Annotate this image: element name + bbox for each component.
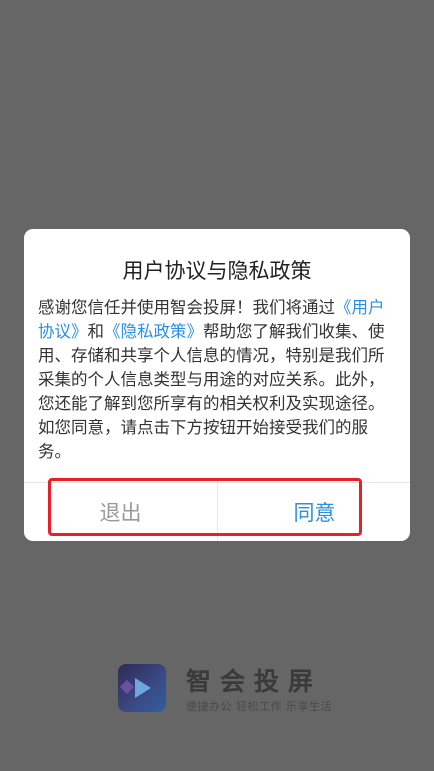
privacy-dialog: 用户协议与隐私政策 感谢您信任并使用智会投屏！我们将通过《用户协议》和《隐私政策… [24,229,410,541]
body-text-rest: 帮助您了解我们收集、使用、存储和共享个人信息的情况，特别是我们所采集的个人信息类… [38,322,385,461]
exit-button[interactable]: 退出 [24,483,217,541]
logo-diamond-shape [119,679,135,695]
splash-brand: 智会投屏 便捷办公 轻松工作 乐享生活 [118,662,338,718]
dialog-body: 感谢您信任并使用智会投屏！我们将通过《用户协议》和《隐私政策》帮助您了解我们收集… [38,296,398,464]
play-icon [135,678,151,698]
app-name: 智会投屏 [186,667,323,696]
dialog-footer: 退出 同意 [24,482,410,541]
agree-button[interactable]: 同意 [217,483,410,541]
body-text-and: 和 [87,322,105,341]
app-logo-icon [118,664,166,712]
dialog-title: 用户协议与隐私政策 [122,259,312,283]
body-text-intro: 感谢您信任并使用智会投屏！我们将通过 [38,298,335,317]
app-slogan: 便捷办公 轻松工作 乐享生活 [186,700,332,713]
privacy-policy-link[interactable]: 《隐私政策》 [104,322,203,341]
